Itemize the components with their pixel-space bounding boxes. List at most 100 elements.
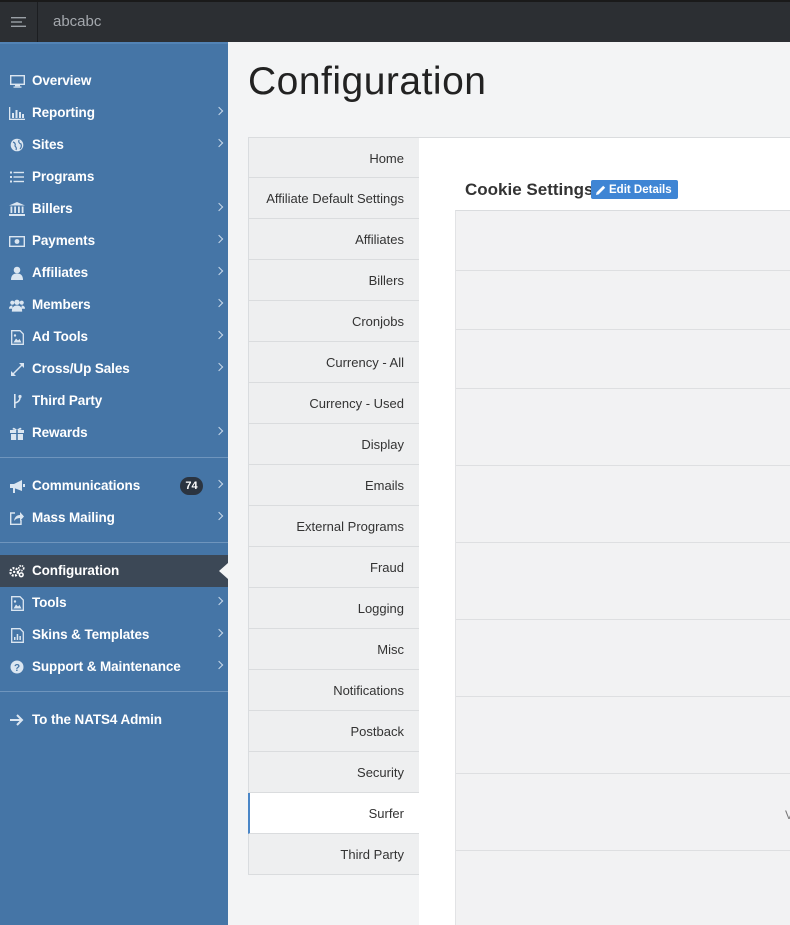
- question-icon: ?: [9, 659, 25, 675]
- tab-home[interactable]: Home: [249, 137, 419, 178]
- sidebar-item-label: Configuration: [32, 563, 120, 578]
- notification-count-badge: 74: [180, 477, 203, 495]
- settings-panel: Cookie Settings Edit Details V: [419, 137, 790, 925]
- sidebar-item-support-maintenance[interactable]: ? Support & Maintenance: [0, 651, 228, 683]
- sidebar-item-cross-up-sales[interactable]: Cross/Up Sales: [0, 353, 228, 385]
- sidebar-item-tools[interactable]: Tools: [0, 587, 228, 619]
- table-row-divider: [456, 619, 790, 620]
- bank-icon: [9, 201, 25, 217]
- sidebar-item-overview[interactable]: Overview: [0, 65, 228, 97]
- expand-arrows-icon: [9, 361, 25, 377]
- sidebar-item-label: Third Party: [32, 393, 103, 408]
- sidebar-item-label: Overview: [32, 73, 92, 88]
- tab-misc[interactable]: Misc: [249, 629, 419, 670]
- site-name[interactable]: abcabc: [53, 13, 101, 30]
- money-icon: [9, 233, 25, 249]
- sidebar-item-label: Members: [32, 297, 91, 312]
- sidebar-item-billers[interactable]: Billers: [0, 193, 228, 225]
- tab-security[interactable]: Security: [249, 752, 419, 793]
- image-icon: [9, 595, 25, 611]
- sidebar-item-rewards[interactable]: Rewards: [0, 417, 228, 449]
- table-row-divider: [456, 388, 790, 389]
- sidebar-item-nats4-admin[interactable]: To the NATS4 Admin: [0, 704, 228, 736]
- tab-display[interactable]: Display: [249, 424, 419, 465]
- tab-cronjobs[interactable]: Cronjobs: [249, 301, 419, 342]
- sidebar-item-sites[interactable]: Sites: [0, 129, 228, 161]
- chevron-right-icon: [214, 330, 224, 340]
- sidebar-item-label: Reporting: [32, 105, 95, 120]
- sidebar-item-label: Tools: [32, 595, 67, 610]
- table-row-divider: [456, 542, 790, 543]
- sidebar-item-affiliates[interactable]: Affiliates: [0, 257, 228, 289]
- table-row-divider: [456, 329, 790, 330]
- tab-billers[interactable]: Billers: [249, 260, 419, 301]
- tab-emails[interactable]: Emails: [249, 465, 419, 506]
- sidebar-item-members[interactable]: Members: [0, 289, 228, 321]
- table-row-divider: [456, 773, 790, 774]
- chevron-right-icon: [214, 266, 224, 276]
- sidebar-item-label: To the NATS4 Admin: [32, 712, 162, 727]
- table-row-divider: [456, 850, 790, 851]
- bullhorn-icon: [9, 478, 25, 494]
- config-tabs: Home Affiliate Default Settings Affiliat…: [248, 137, 419, 875]
- tab-third-party[interactable]: Third Party: [249, 834, 419, 875]
- sidebar: Overview Reporting Sites Programs Biller…: [0, 42, 228, 925]
- tab-affiliate-default-settings[interactable]: Affiliate Default Settings: [249, 178, 419, 219]
- sidebar-item-ad-tools[interactable]: Ad Tools: [0, 321, 228, 353]
- image-icon: [9, 329, 25, 345]
- sidebar-item-skins-templates[interactable]: Skins & Templates: [0, 619, 228, 651]
- tab-external-programs[interactable]: External Programs: [249, 506, 419, 547]
- table-row-divider: [456, 465, 790, 466]
- sidebar-item-payments[interactable]: Payments: [0, 225, 228, 257]
- sidebar-item-label: Rewards: [32, 425, 88, 440]
- chevron-right-icon: [214, 106, 224, 116]
- sidebar-item-mass-mailing[interactable]: Mass Mailing: [0, 502, 228, 534]
- monitor-icon: [9, 73, 25, 89]
- chevron-right-icon: [214, 596, 224, 606]
- tab-currency-all[interactable]: Currency - All: [249, 342, 419, 383]
- share-icon: [9, 510, 25, 526]
- sidebar-item-programs[interactable]: Programs: [0, 161, 228, 193]
- file-chart-icon: [9, 627, 25, 643]
- tab-notifications[interactable]: Notifications: [249, 670, 419, 711]
- table-row-divider: [456, 696, 790, 697]
- globe-icon: [9, 137, 25, 153]
- sidebar-item-reporting[interactable]: Reporting: [0, 97, 228, 129]
- chevron-right-icon: [214, 234, 224, 244]
- tab-currency-used[interactable]: Currency - Used: [249, 383, 419, 424]
- branch-icon: [9, 393, 25, 409]
- gears-icon: [9, 563, 25, 579]
- chevron-right-icon: [214, 426, 224, 436]
- tab-postback[interactable]: Postback: [249, 711, 419, 752]
- sidebar-divider: [0, 457, 228, 458]
- sidebar-item-label: Mass Mailing: [32, 510, 115, 525]
- user-icon: [9, 265, 25, 281]
- chevron-right-icon: [214, 660, 224, 670]
- list-icon: [9, 169, 25, 185]
- sidebar-item-label: Cross/Up Sales: [32, 361, 130, 376]
- sidebar-item-label: Payments: [32, 233, 95, 248]
- tab-logging[interactable]: Logging: [249, 588, 419, 629]
- table-row-divider: [456, 270, 790, 271]
- sidebar-item-communications[interactable]: Communications 74: [0, 470, 228, 502]
- chevron-right-icon: [214, 298, 224, 308]
- chevron-right-icon: [214, 511, 224, 521]
- tab-affiliates[interactable]: Affiliates: [249, 219, 419, 260]
- section-title: Cookie Settings: [465, 180, 594, 199]
- edit-details-button[interactable]: Edit Details: [591, 180, 678, 199]
- tab-fraud[interactable]: Fraud: [249, 547, 419, 588]
- gift-icon: [9, 425, 25, 441]
- sidebar-item-label: Billers: [32, 201, 73, 216]
- users-icon: [9, 297, 25, 313]
- sidebar-item-label: Skins & Templates: [32, 627, 150, 642]
- page-title: Configuration: [248, 60, 487, 103]
- sidebar-item-label: Programs: [32, 169, 95, 184]
- chevron-right-icon: [214, 362, 224, 372]
- edit-details-label: Edit Details: [609, 183, 672, 196]
- bar-chart-icon: [9, 105, 25, 121]
- sidebar-item-configuration[interactable]: Configuration: [0, 555, 228, 587]
- hamburger-menu-icon[interactable]: [0, 2, 38, 42]
- chevron-right-icon: [214, 202, 224, 212]
- tab-surfer[interactable]: Surfer: [248, 793, 419, 834]
- sidebar-item-third-party[interactable]: Third Party: [0, 385, 228, 417]
